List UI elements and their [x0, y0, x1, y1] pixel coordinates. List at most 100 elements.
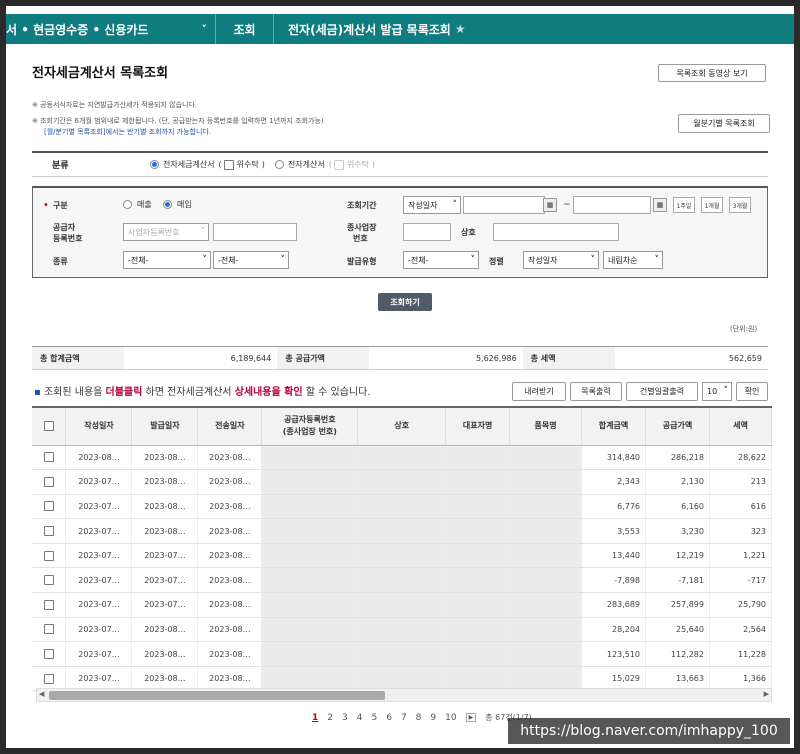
sort-field-value: 작성일자	[528, 255, 558, 265]
supply-amount-cell: 2,130	[645, 469, 710, 495]
page-size-select[interactable]: 10 ˅	[702, 382, 732, 401]
company-input[interactable]	[493, 223, 619, 241]
start-date-input[interactable]	[463, 196, 545, 214]
redacted-cell	[509, 469, 583, 495]
col-send-date[interactable]: 전송일자	[197, 406, 263, 446]
row-checkbox[interactable]	[43, 673, 54, 684]
nav-crumb-inquiry[interactable]: 조회	[216, 14, 274, 44]
issue-type-value: -전체-	[408, 255, 429, 265]
hint-mid: 하면 전자세금계산서	[142, 387, 235, 398]
row-checkbox[interactable]	[43, 452, 54, 463]
bulk-print-button[interactable]: 건별일괄출력	[626, 382, 698, 401]
row-checkbox[interactable]	[43, 501, 54, 512]
table-row[interactable]: 2023-07… 2023-08… 2023-08… 2,343 2,130 213	[32, 469, 773, 495]
sort-field-select[interactable]: 작성일자 ˅	[523, 251, 599, 269]
date-cell: 2023-07…	[131, 592, 199, 618]
scrollbar-thumb[interactable]	[49, 691, 385, 700]
invoice-consignment-checkbox[interactable]	[333, 159, 344, 170]
col-representative[interactable]: 대표자명	[445, 406, 511, 446]
table-row[interactable]: 2023-07… 2023-07… 2023-08… -7,898 -7,181 -717	[32, 567, 773, 594]
row-checkbox-cell	[32, 567, 67, 594]
scroll-left-icon[interactable]: ◀	[39, 690, 44, 698]
table-row[interactable]: 2023-08… 2023-08… 2023-08… 314,840 286,218 28…	[32, 445, 773, 471]
radio-sale[interactable]	[123, 200, 132, 209]
kind-select-2-value: -전체-	[218, 255, 239, 265]
nav-menu-dropdown[interactable]: 서 • 현금영수증 • 신용카드 ˅	[6, 14, 216, 44]
page-link[interactable]: 4	[357, 713, 363, 723]
range-1week-button[interactable]: 1주일	[673, 197, 695, 213]
table-row[interactable]: 2023-07… 2023-08… 2023-08… 123,510 112,282 11…	[32, 641, 773, 667]
download-button[interactable]: 내려받기	[512, 382, 566, 401]
date-cell: 2023-08…	[131, 641, 199, 667]
page-link[interactable]: 5	[371, 713, 377, 723]
page-link[interactable]: 7	[401, 713, 407, 723]
confirm-button[interactable]: 확인	[736, 382, 768, 401]
calendar-icon[interactable]: ▦	[653, 198, 667, 212]
end-date-input[interactable]	[573, 196, 651, 214]
table-row[interactable]: 2023-07… 2023-07… 2023-08… 13,440 12,219 1,22…	[32, 543, 773, 569]
col-tax-amount[interactable]: 세액	[709, 406, 773, 446]
scroll-right-icon[interactable]: ▶	[764, 690, 769, 698]
total-amount-cell: -7,898	[581, 567, 647, 594]
col-supply-amount[interactable]: 공급가액	[645, 406, 710, 446]
print-list-button[interactable]: 목록출력	[570, 382, 622, 401]
page-link[interactable]: 10	[445, 713, 456, 723]
kind-select-2[interactable]: -전체- ˅	[213, 251, 289, 269]
table-row[interactable]: 2023-07… 2023-08… 2023-08… 6,776 6,160 616	[32, 494, 773, 520]
horizontal-scrollbar[interactable]: ◀ ▶	[36, 688, 772, 702]
supply-amount-cell: 112,282	[645, 641, 710, 667]
row-checkbox[interactable]	[43, 624, 54, 635]
range-1month-button[interactable]: 1개월	[701, 197, 723, 213]
table-row[interactable]: 2023-07… 2023-08… 2023-08… 28,204 25,640 2,56…	[32, 617, 773, 643]
row-checkbox[interactable]	[43, 599, 54, 610]
radio-purchase[interactable]	[163, 200, 172, 209]
calendar-icon[interactable]: ▦	[543, 198, 557, 212]
supply-amount-cell: 3,230	[645, 518, 710, 544]
nav-crumb-current[interactable]: 전자(세금)계산서 발급 목록조회 ★	[274, 14, 474, 44]
radio-invoice[interactable]	[274, 160, 284, 169]
search-panel: • 구분 매출 매입 조회기간 작성일자 ˅ ▦ ~ ▦ 1주일 1개월 3개월…	[32, 186, 768, 278]
select-all-checkbox[interactable]	[43, 420, 54, 431]
col-supplier-id[interactable]: 공급자등록번호 (종사업장 번호)	[261, 406, 359, 446]
page-link[interactable]: 1	[312, 713, 318, 723]
half-year-list-button[interactable]: 월분기별 목록조회	[678, 114, 770, 133]
radio-tax-invoice[interactable]	[150, 160, 159, 169]
col-written-date[interactable]: 작성일자	[65, 406, 133, 446]
sort-order-select[interactable]: 내림차순 ˅	[603, 251, 663, 269]
row-checkbox[interactable]	[43, 526, 54, 537]
page-link[interactable]: 8	[416, 713, 422, 723]
row-checkbox[interactable]	[43, 575, 54, 586]
col-item[interactable]: 품목명	[509, 406, 583, 446]
date-cell: 2023-08…	[131, 617, 199, 643]
consignment-checkbox[interactable]	[223, 159, 234, 170]
next-page-icon[interactable]: ▶	[465, 713, 477, 722]
page-link[interactable]: 9	[430, 713, 436, 723]
date-cell: 2023-07…	[65, 518, 133, 544]
period-type-select[interactable]: 작성일자 ˅	[403, 196, 461, 214]
page-link[interactable]: 3	[342, 713, 348, 723]
date-cell: 2023-08…	[197, 445, 263, 471]
supply-amount-cell: 6,160	[645, 494, 710, 520]
video-guide-button[interactable]: 목록조회 동영상 보기	[658, 64, 766, 82]
total-amount-cell: 3,553	[581, 518, 647, 544]
search-submit-button[interactable]: 조회하기	[378, 293, 432, 311]
page-link[interactable]: 2	[327, 713, 333, 723]
supplier-id-type-select[interactable]: 사업자등록번호 ˅	[123, 223, 209, 241]
table-row[interactable]: 2023-07… 2023-07… 2023-08… 283,689 257,899 25…	[32, 592, 773, 618]
table-row[interactable]: 2023-07… 2023-08… 2023-08… 3,553 3,230 323	[32, 518, 773, 544]
issue-type-select[interactable]: -전체- ˅	[403, 251, 479, 269]
row-checkbox[interactable]	[43, 476, 54, 487]
row-checkbox[interactable]	[43, 550, 54, 561]
branch-number-input[interactable]	[403, 223, 451, 241]
row-checkbox[interactable]	[43, 649, 54, 660]
date-cell: 2023-07…	[65, 494, 133, 520]
kind-select-1[interactable]: -전체- ˅	[123, 251, 211, 269]
col-company[interactable]: 상호	[357, 406, 447, 446]
col-total-amount[interactable]: 합계금액	[581, 406, 647, 446]
range-3month-button[interactable]: 3개월	[729, 197, 751, 213]
col-issue-date[interactable]: 발급일자	[131, 406, 199, 446]
chevron-down-icon: ˅	[723, 386, 729, 396]
favorite-star-icon[interactable]: ★	[455, 22, 466, 36]
supplier-id-input[interactable]	[213, 223, 297, 241]
page-link[interactable]: 6	[386, 713, 392, 723]
